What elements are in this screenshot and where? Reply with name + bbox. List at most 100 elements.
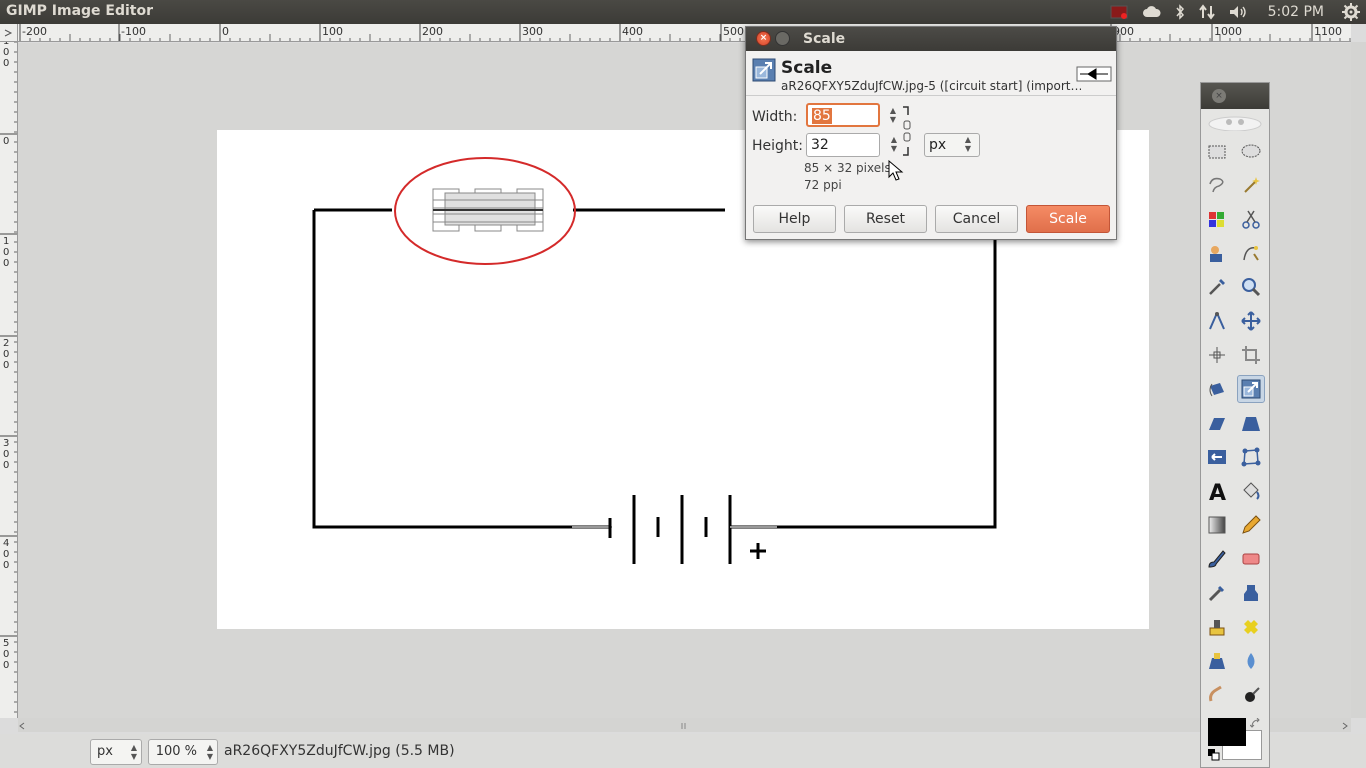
unit-dropdown[interactable]: px ▲ ▼ — [924, 133, 980, 157]
vertical-ruler-ticks: 100 0 100 200 300 400 500 — [0, 42, 17, 713]
bluetooth-icon[interactable] — [1174, 4, 1186, 20]
scale-dialog: × Scale Scale aR26QFXY5ZduJfCW.jpg-5 ([c… — [745, 26, 1117, 240]
width-value: 85 — [812, 108, 832, 124]
toolbox-titlebar[interactable]: × — [1201, 83, 1269, 109]
help-button[interactable]: Help — [753, 205, 836, 233]
dodge-burn-icon[interactable] — [1237, 681, 1265, 709]
zoom-selector[interactable]: 100 % ▲ ▼ — [148, 739, 218, 765]
ruler-label: 0 — [3, 136, 9, 147]
chevron-updown-icon: ▲ ▼ — [964, 135, 971, 153]
eraser-icon[interactable] — [1237, 545, 1265, 573]
gear-icon[interactable] — [1342, 3, 1360, 21]
paths-icon[interactable] — [1237, 239, 1265, 267]
horizontal-ruler[interactable]: -200 -100 0 100 200 300 400 500 900 1000 1100 — [18, 24, 1351, 42]
align-icon[interactable] — [1203, 341, 1231, 369]
ruler-label: 100 — [3, 42, 9, 69]
resolution-info: 72 ppi — [804, 178, 842, 192]
network-icon[interactable] — [1198, 4, 1216, 20]
gradient-icon[interactable] — [1203, 511, 1231, 539]
chain-link-icon[interactable] — [902, 105, 912, 161]
paintbrush-icon[interactable] — [1203, 545, 1231, 573]
crop-icon[interactable] — [1237, 341, 1265, 369]
dialog-header: Scale aR26QFXY5ZduJfCW.jpg-5 ([circuit s… — [746, 52, 1116, 96]
bucket-fill-icon[interactable] — [1237, 477, 1265, 505]
record-icon[interactable] — [1110, 4, 1130, 20]
shear-icon[interactable] — [1203, 409, 1231, 437]
chevron-updown-icon: ▲ ▼ — [206, 743, 213, 761]
perspective-clone-icon[interactable] — [1203, 647, 1231, 675]
height-value: 32 — [811, 137, 829, 153]
flip-icon[interactable] — [1203, 443, 1231, 471]
dialog-subtitle: aR26QFXY5ZduJfCW.jpg-5 ([circuit start] … — [781, 79, 1081, 93]
ruler-corner[interactable] — [0, 24, 18, 42]
foreground-color-swatch[interactable] — [1208, 718, 1246, 746]
height-input[interactable]: 32 ▲ ▼ — [806, 133, 897, 157]
select-by-color-icon[interactable] — [1203, 205, 1231, 233]
color-picker-icon[interactable] — [1203, 273, 1231, 301]
heal-icon[interactable] — [1237, 613, 1265, 641]
rect-select-icon[interactable] — [1203, 137, 1231, 165]
horizontal-ruler-ticks: -200 -100 0 100 200 300 400 500 900 1000 1100 — [19, 24, 1351, 41]
clone-icon[interactable] — [1203, 613, 1231, 641]
scale-icon[interactable] — [1237, 375, 1265, 403]
dialog-titlebar[interactable]: × Scale — [746, 27, 1116, 51]
ruler-label: 1100 — [1314, 25, 1342, 38]
top-panel: GIMP Image Editor 5:02 PM — [0, 0, 1366, 24]
status-bar: px ▲ ▼ 100 % ▲ ▼ aR26QFXY5ZduJfCW.jpg (5.5… — [0, 734, 1366, 768]
measure-icon[interactable] — [1203, 307, 1231, 335]
text-icon[interactable]: A — [1203, 477, 1231, 505]
ruler-label: 100 — [322, 25, 343, 38]
ruler-label: -200 — [22, 25, 47, 38]
horizontal-scrollbar[interactable] — [18, 718, 1351, 732]
vertical-scrollbar[interactable] — [1351, 42, 1366, 718]
swap-colors-icon[interactable] — [1249, 715, 1262, 734]
ruler-label: 200 — [422, 25, 443, 38]
unit-dropdown-value: px — [929, 137, 947, 153]
ruler-label: 400 — [622, 25, 643, 38]
ruler-label: 1000 — [1214, 25, 1242, 38]
width-label: Width: — [752, 109, 798, 125]
smudge-icon[interactable] — [1203, 681, 1231, 709]
reset-button[interactable]: Reset — [844, 205, 927, 233]
unit-selector[interactable]: px ▲ ▼ — [90, 739, 142, 765]
volume-icon[interactable] — [1228, 4, 1248, 20]
reset-colors-icon[interactable] — [1208, 746, 1220, 765]
vertical-ruler[interactable]: 100 0 100 200 300 400 500 — [0, 42, 18, 718]
scale-button[interactable]: Scale — [1026, 205, 1110, 233]
unit-value: px — [97, 744, 113, 759]
width-input[interactable]: 85 ▲ ▼ — [806, 103, 896, 127]
ruler-label: 300 — [522, 25, 543, 38]
clock[interactable]: 5:02 PM — [1268, 4, 1324, 20]
maximize-icon[interactable] — [775, 31, 790, 46]
pencil-icon[interactable] — [1237, 511, 1265, 539]
perspective-icon[interactable] — [1237, 409, 1265, 437]
scale-tool-icon — [752, 58, 776, 86]
zoom-icon[interactable] — [1237, 273, 1265, 301]
rotate-icon[interactable] — [1203, 375, 1231, 403]
close-icon[interactable]: × — [756, 31, 771, 46]
cloud-icon[interactable] — [1142, 5, 1162, 19]
dialog-heading: Scale — [781, 58, 833, 78]
dialog-title: Scale — [803, 31, 846, 47]
height-label: Height: — [752, 138, 803, 154]
blur-icon[interactable] — [1237, 647, 1265, 675]
foreground-select-icon[interactable] — [1203, 239, 1231, 267]
ruler-label: 400 — [3, 538, 9, 571]
app-title: GIMP Image Editor — [6, 3, 153, 19]
image-preview-icon — [1076, 66, 1112, 86]
height-stepper[interactable]: ▲ ▼ — [891, 135, 897, 153]
close-icon[interactable]: × — [1212, 89, 1226, 103]
width-stepper[interactable]: ▲ ▼ — [890, 106, 896, 124]
free-select-icon[interactable] — [1203, 171, 1231, 199]
move-icon[interactable] — [1237, 307, 1265, 335]
size-info: 85 × 32 pixels — [804, 161, 891, 175]
ruler-label: 100 — [3, 236, 9, 269]
ink-icon[interactable] — [1237, 579, 1265, 607]
airbrush-icon[interactable] — [1203, 579, 1231, 607]
cage-transform-icon[interactable] — [1237, 443, 1265, 471]
svg-text:A: A — [1209, 481, 1226, 502]
cancel-button[interactable]: Cancel — [935, 205, 1018, 233]
fuzzy-select-icon[interactable] — [1237, 171, 1265, 199]
scissors-icon[interactable] — [1237, 205, 1265, 233]
ellipse-select-icon[interactable] — [1237, 137, 1265, 165]
